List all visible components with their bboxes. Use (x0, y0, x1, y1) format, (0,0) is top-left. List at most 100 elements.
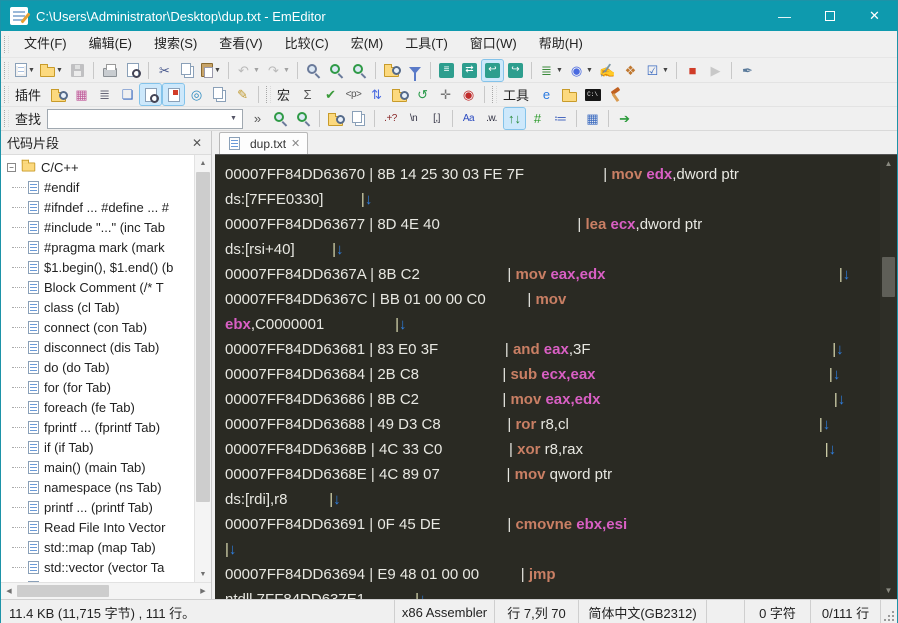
copy-button[interactable] (177, 60, 198, 81)
menu-item[interactable]: 查看(V) (208, 36, 273, 51)
export-folder-tool-button[interactable] (559, 84, 580, 105)
cut-button[interactable]: ✂ (154, 60, 175, 81)
find-input[interactable]: ▼ (47, 108, 244, 129)
snippet-item[interactable]: #endif (1, 177, 194, 197)
plugins-button[interactable]: ◉ ▼ (567, 60, 595, 81)
tree-root-cpp[interactable]: − C/C++ (1, 157, 194, 177)
display-mode-button[interactable]: ▦ (582, 108, 603, 129)
search-plugin-button[interactable] (139, 83, 163, 106)
snippet-item[interactable]: $1.begin(), $1.end() (b (1, 257, 194, 277)
editor-vertical-scrollbar[interactable]: ▲ ▼ (880, 155, 897, 599)
tree-collapse-icon[interactable]: − (7, 162, 16, 172)
macro-select-tool-button[interactable]: ✛ (435, 84, 456, 105)
wrap-by-window-button[interactable]: ↩ (481, 58, 504, 82)
outline-button[interactable]: ≣ ▼ (537, 60, 565, 81)
window-resize-grip[interactable] (881, 600, 897, 623)
stop-record-button[interactable]: ■ (682, 60, 703, 81)
explorer-plugin-button[interactable] (48, 84, 69, 105)
menu-item[interactable]: 窗口(W) (459, 36, 528, 51)
snippet-item[interactable]: for (for Tab) (1, 377, 194, 397)
match-case-button[interactable]: Aa (458, 108, 479, 129)
menu-item[interactable]: 帮助(H) (528, 36, 594, 51)
sidebar-vertical-scrollbar[interactable]: ▲ ▼ (194, 155, 211, 582)
copy-results-button[interactable] (348, 108, 369, 129)
toolbar-overflow-chevron[interactable]: » (247, 108, 268, 129)
redo-button[interactable]: ↷ ▼ (264, 60, 292, 81)
maximize-button[interactable] (807, 1, 852, 31)
close-button[interactable]: ✕ (852, 1, 897, 31)
macro-compare-button[interactable] (389, 84, 410, 105)
paste-button[interactable]: ▼ (200, 60, 223, 81)
scroll-right-icon[interactable]: ▶ (195, 587, 211, 595)
count-matches-button[interactable]: # (527, 108, 548, 129)
no-wrap-button[interactable]: ≡ (436, 60, 457, 81)
snippet-item[interactable]: main() (main Tab) (1, 457, 194, 477)
browser-tool-button[interactable]: e (536, 84, 557, 105)
find-next-button[interactable] (326, 60, 347, 81)
snippet-item[interactable]: #pragma mark (mark (1, 237, 194, 257)
snippets-panel-close-icon[interactable]: ✕ (189, 136, 205, 150)
print-preview-button[interactable] (122, 60, 143, 81)
scroll-left-icon[interactable]: ◀ (1, 587, 17, 595)
scroll-up-icon[interactable]: ▲ (195, 155, 211, 171)
snippet-item[interactable]: fprintf ... (fprintf Tab) (1, 417, 194, 437)
word-count-plugin-button[interactable]: ✎ (232, 84, 253, 105)
filter-button[interactable] (404, 60, 425, 81)
record-macro-button[interactable]: ✍ (597, 60, 618, 81)
find-next-down-button[interactable] (270, 108, 291, 129)
undo-button[interactable]: ↶ ▼ (234, 60, 262, 81)
find-button[interactable] (303, 60, 324, 81)
run-macro-button[interactable]: ❖ (620, 60, 641, 81)
menu-item[interactable]: 文件(F) (13, 36, 78, 51)
sidebar-horizontal-scrollbar[interactable]: ◀ ▶ (1, 582, 211, 599)
menu-item[interactable]: 工具(T) (394, 36, 459, 51)
open-button[interactable]: ▼ (39, 60, 65, 81)
snippet-item[interactable]: std::vector (vector Ta (1, 557, 194, 577)
menu-item[interactable]: 宏(M) (340, 36, 395, 51)
pin-button[interactable]: ✒ (737, 60, 758, 81)
external-tool-button[interactable] (605, 84, 626, 105)
find-in-files-button[interactable] (381, 60, 402, 81)
snippet-item[interactable]: disconnect (dis Tab) (1, 337, 194, 357)
play-macro-button[interactable]: ▶ (705, 60, 726, 81)
snippet-item[interactable]: if (if Tab) (1, 437, 194, 457)
find-previous-up-button[interactable] (293, 108, 314, 129)
snippet-item[interactable]: do (do Tab) (1, 357, 194, 377)
command-prompt-tool-button[interactable]: C:\ (582, 84, 603, 105)
macro-log-button[interactable]: ◉ (458, 84, 479, 105)
snippets-plugin-button[interactable] (162, 83, 186, 106)
escape-sequence-button[interactable]: \n (403, 108, 424, 129)
editor-area[interactable]: 00007FF84DD63670 | 8B 14 25 30 03 FE 7F … (215, 154, 897, 599)
snippet-item[interactable]: foreach (fe Tab) (1, 397, 194, 417)
snippet-item[interactable]: class (cl Tab) (1, 297, 194, 317)
char-class-button[interactable]: [,] (426, 108, 447, 129)
macro-validate-button[interactable]: ✔ (320, 84, 341, 105)
web-preview-plugin-button[interactable]: ◎ (186, 84, 207, 105)
editor-scrollbar-thumb[interactable] (882, 257, 895, 297)
minimize-button[interactable]: — (762, 1, 807, 31)
snippet-item[interactable]: #ifndef ... #define ... # (1, 197, 194, 217)
print-button[interactable] (99, 60, 120, 81)
menu-item[interactable]: 比较(C) (274, 36, 340, 51)
open-documents-plugin-button[interactable]: ❏ (117, 84, 138, 105)
snippet-item[interactable]: printf ... (printf Tab) (1, 497, 194, 517)
menu-item[interactable]: 搜索(S) (143, 36, 208, 51)
macro-colors-button[interactable]: ⇅ (366, 84, 387, 105)
find-in-files-button[interactable] (325, 108, 346, 129)
scroll-down-icon[interactable]: ▼ (195, 566, 211, 582)
editor-scroll-down-icon[interactable]: ▼ (880, 582, 897, 599)
macro-revert-button[interactable]: ↺ (412, 84, 433, 105)
snippet-item[interactable]: Block Comment (/* T (1, 277, 194, 297)
new-document-button[interactable]: ▼ (14, 60, 37, 81)
wrap-by-page-button[interactable]: ↪ (505, 60, 526, 81)
tab-close-icon[interactable]: ✕ (291, 137, 300, 150)
macro-tag-button[interactable]: <p> (343, 84, 364, 105)
outline-plugin-button[interactable]: ≣ (94, 84, 115, 105)
tab-dup-txt[interactable]: dup.txt ✕ (219, 132, 309, 154)
list-results-button[interactable]: ≔ (550, 108, 571, 129)
sidebar-hscrollbar-thumb[interactable] (17, 585, 109, 597)
macro-options-button[interactable]: ☑ ▼ (643, 60, 671, 81)
whole-word-button[interactable]: .w. (481, 108, 502, 129)
find-previous-button[interactable] (349, 60, 370, 81)
save-button[interactable] (67, 60, 88, 81)
